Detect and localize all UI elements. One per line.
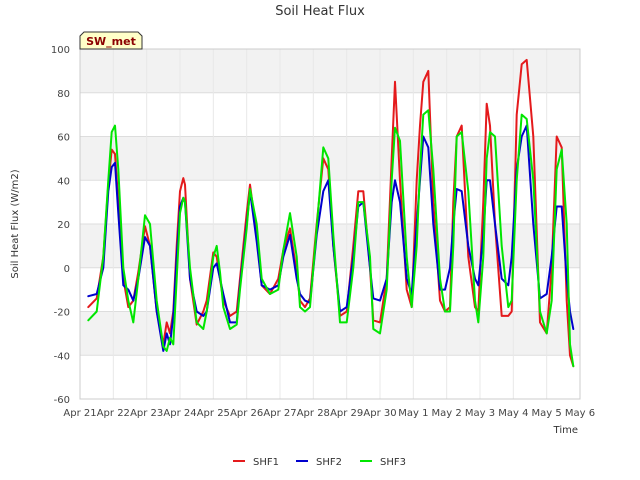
- legend-label-shf1: SHF1: [253, 457, 279, 468]
- y-axis-label: Soil Heat Flux (W/m2): [10, 169, 21, 278]
- x-tick-label: Apr 29: [330, 408, 363, 419]
- y-tick-label: -60: [54, 395, 70, 406]
- y-tick-label: 20: [57, 220, 70, 231]
- x-tick-label: Apr 21: [63, 408, 96, 419]
- site-badge: SW_met: [79, 31, 143, 50]
- plot-band: [80, 92, 580, 137]
- x-tick-label: Apr 28: [297, 408, 330, 419]
- plot-band: [80, 224, 580, 268]
- x-tick-label: May 1: [398, 408, 428, 419]
- x-tick-label: Apr 27: [263, 408, 296, 419]
- y-tick-label: 100: [51, 45, 70, 56]
- y-tick-label: 60: [57, 133, 70, 144]
- x-tick-label: May 2: [432, 408, 462, 419]
- x-tick-label: Apr 30: [363, 408, 396, 419]
- x-tick-label: Apr 26: [230, 408, 263, 419]
- y-axis-tick-labels: -60 -40 -20 0 20 40 60 80 100: [51, 45, 70, 406]
- legend: SHF1 SHF2 SHF3: [233, 457, 406, 468]
- x-tick-label: Apr 24: [163, 408, 196, 419]
- chart-title: Soil Heat Flux: [275, 4, 365, 19]
- legend-label-shf3: SHF3: [380, 457, 406, 468]
- x-tick-label: May 6: [565, 408, 595, 419]
- x-tick-label: Apr 25: [197, 408, 230, 419]
- y-tick-label: -40: [54, 351, 70, 362]
- x-tick-label: May 4: [498, 408, 528, 419]
- site-badge-label: SW_met: [86, 35, 136, 48]
- y-tick-label: 80: [57, 89, 70, 100]
- x-tick-label: Apr 22: [97, 408, 130, 419]
- y-tick-label: 0: [64, 264, 70, 275]
- y-tick-label: 40: [57, 176, 70, 187]
- x-axis-tick-labels: Apr 21 Apr 22 Apr 23 Apr 24 Apr 25 Apr 26 Apr …: [63, 408, 595, 419]
- legend-label-shf2: SHF2: [316, 457, 342, 468]
- plot-band: [80, 311, 580, 356]
- y-tick-label: -20: [54, 308, 70, 319]
- soil-heat-flux-chart: Soil Heat Flux -60 -40 -20 0 20 40 60 80 100 Apr…: [10, 4, 595, 468]
- x-axis-label: Time: [553, 425, 578, 436]
- x-tick-label: May 5: [532, 408, 562, 419]
- x-tick-label: May 3: [465, 408, 495, 419]
- plot-band: [80, 49, 580, 93]
- x-tick-label: Apr 23: [130, 408, 163, 419]
- plot-band: [80, 355, 580, 399]
